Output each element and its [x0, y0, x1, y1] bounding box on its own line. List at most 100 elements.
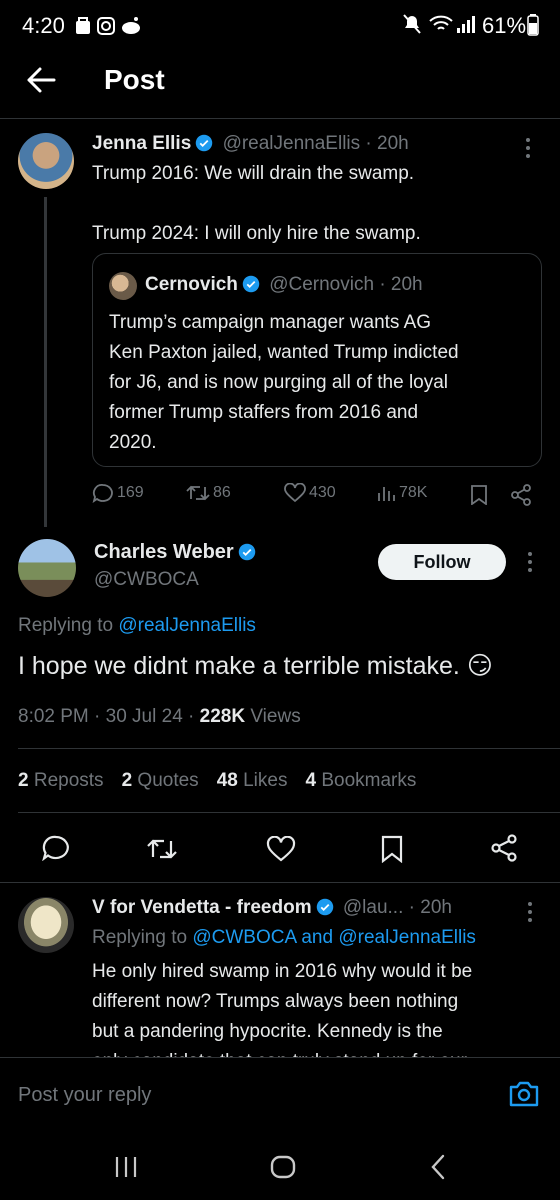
divider [18, 812, 560, 813]
replying-to-label: Replying to [18, 615, 114, 636]
signal-icon [456, 14, 478, 39]
like-button[interactable]: 430 [284, 483, 336, 503]
follow-button[interactable]: Follow [378, 544, 506, 580]
repost-count: 86 [213, 484, 231, 501]
views-count: 78K [399, 484, 428, 501]
header: Post [0, 52, 560, 116]
divider [18, 748, 560, 749]
share-icon[interactable] [490, 834, 518, 867]
replying-to-link[interactable]: @realJennaEllis [118, 615, 256, 636]
main-post: Charles Weber @CWBOCA Follow Replying to… [0, 529, 560, 883]
post-text-line-1: Trump 2016: We will drain the swamp. [92, 163, 415, 184]
count-number: 2 [18, 770, 29, 791]
verified-badge-icon [316, 898, 333, 916]
back-icon[interactable] [430, 1154, 446, 1185]
quote-text-line: for J6, and is now purging all of the lo… [109, 372, 449, 393]
views-button[interactable]: 78K [376, 483, 427, 503]
author-name[interactable]: V for Vendetta - freedom [92, 897, 312, 918]
post-time: · 20h [408, 897, 452, 918]
author-handle[interactable]: @realJennaEllis [223, 133, 361, 154]
system-nav-bar [0, 1132, 560, 1200]
thread-line [44, 197, 47, 527]
repost-icon [186, 485, 210, 501]
parent-post[interactable]: Jenna Ellis @realJennaEllis · 20h Trump … [0, 119, 560, 529]
count-label: Bookmarks [316, 770, 417, 791]
verified-badge-icon [196, 134, 213, 152]
avatar[interactable] [18, 897, 74, 953]
reply-icon [92, 484, 113, 503]
heart-icon[interactable] [266, 835, 296, 867]
battery-icon [527, 14, 539, 41]
quotes-count[interactable]: 2 Quotes [122, 770, 199, 792]
page-title: Post [104, 64, 165, 95]
reply-composer[interactable]: Post your reply [0, 1058, 560, 1132]
post-timestamp: 8:02 PM · 30 Jul 24 · [18, 706, 200, 727]
heart-icon [284, 483, 306, 503]
wifi-icon [428, 14, 454, 39]
notification-icons [74, 15, 144, 42]
like-count: 430 [309, 484, 336, 501]
battery-percent: 61% [482, 13, 527, 38]
home-icon[interactable] [270, 1155, 296, 1184]
bookmark-icon[interactable] [470, 485, 488, 510]
count-number: 2 [121, 770, 133, 791]
author-name[interactable]: Jenna Ellis [92, 133, 191, 154]
verified-badge-icon [238, 543, 255, 561]
avatar [109, 272, 137, 300]
quote-time: · 20h [379, 274, 423, 295]
author-handle[interactable]: @lau... [343, 897, 403, 918]
avatar[interactable] [18, 133, 74, 189]
quoted-post[interactable]: Cernovich @Cernovich · 20h Trump’s campa… [92, 253, 542, 467]
back-arrow-icon[interactable] [26, 66, 56, 94]
replying-to-link[interactable]: @CWBOCA and @realJennaEllis [192, 927, 476, 948]
post-text: I hope we didnt make a terrible mistake.… [18, 652, 493, 680]
reply-post[interactable]: V for Vendetta - freedom @lau... · 20h R… [0, 883, 560, 1057]
reposts-count[interactable]: 2 Reposts [18, 770, 104, 792]
recent-apps-icon[interactable] [114, 1156, 138, 1183]
author-handle[interactable]: @CWBOCA [94, 569, 199, 591]
likes-count[interactable]: 48 Likes [217, 770, 288, 792]
author-name[interactable]: Charles Weber [94, 541, 256, 564]
status-bar: 4:20 61% [0, 0, 560, 52]
count-label: Quotes [132, 770, 199, 791]
quote-text-line: former Trump staffers from 2016 and [109, 402, 419, 423]
quote-text: Trump’s campaign manager wants AG Ken Pa… [109, 308, 459, 458]
views-icon [378, 487, 395, 501]
more-options-icon[interactable] [526, 901, 534, 928]
more-options-icon[interactable] [526, 551, 534, 578]
bookmark-icon[interactable] [380, 835, 404, 868]
quote-author-handle: @Cernovich [269, 274, 375, 295]
reply-text-line: He only hired swamp in 2016 why would it… [92, 961, 473, 982]
reply-text-line: only candidate that can truly stand up f… [92, 1047, 472, 1057]
repost-icon[interactable] [146, 836, 178, 867]
post-text-line-2: Trump 2024: I will only hire the swamp. [92, 223, 421, 244]
verified-badge-icon [242, 275, 260, 293]
count-number: 4 [305, 770, 317, 791]
status-time: 4:20 [22, 13, 65, 38]
avatar[interactable] [18, 539, 76, 597]
repost-button[interactable]: 86 [186, 483, 231, 503]
reply-text-line: different now? Trumps always been nothin… [92, 991, 459, 1012]
replying-to-label: Replying to [92, 927, 188, 948]
author-name-text: Charles Weber [94, 541, 234, 563]
reply-icon[interactable] [42, 835, 70, 866]
camera-icon[interactable] [508, 1080, 540, 1113]
quote-author-name: Cernovich [145, 274, 238, 295]
share-icon[interactable] [510, 484, 532, 511]
mute-icon [402, 13, 422, 40]
reply-button[interactable]: 169 [92, 483, 144, 503]
count-number: 48 [216, 770, 238, 791]
more-options-icon[interactable] [524, 137, 532, 164]
engagement-counts: 2 Reposts 2 Quotes 48 Likes 4 Bookmarks [18, 770, 416, 792]
quote-text-line: Ken Paxton jailed, wanted Trump indicted [109, 342, 459, 363]
views-count: 228K [199, 706, 246, 727]
post-actions: 169 86 430 78K [92, 483, 542, 509]
count-label: Reposts [28, 770, 104, 791]
quote-text-line: 2020. [109, 432, 157, 453]
reply-text-line: but a pandering hypocrite. Kennedy is th… [92, 1021, 443, 1042]
views-label: Views [245, 706, 301, 727]
bookmarks-count[interactable]: 4 Bookmarks [305, 770, 416, 792]
reply-text: He only hired swamp in 2016 why would it… [92, 957, 472, 1057]
count-label: Likes [237, 770, 288, 791]
reply-input[interactable]: Post your reply [18, 1084, 151, 1107]
